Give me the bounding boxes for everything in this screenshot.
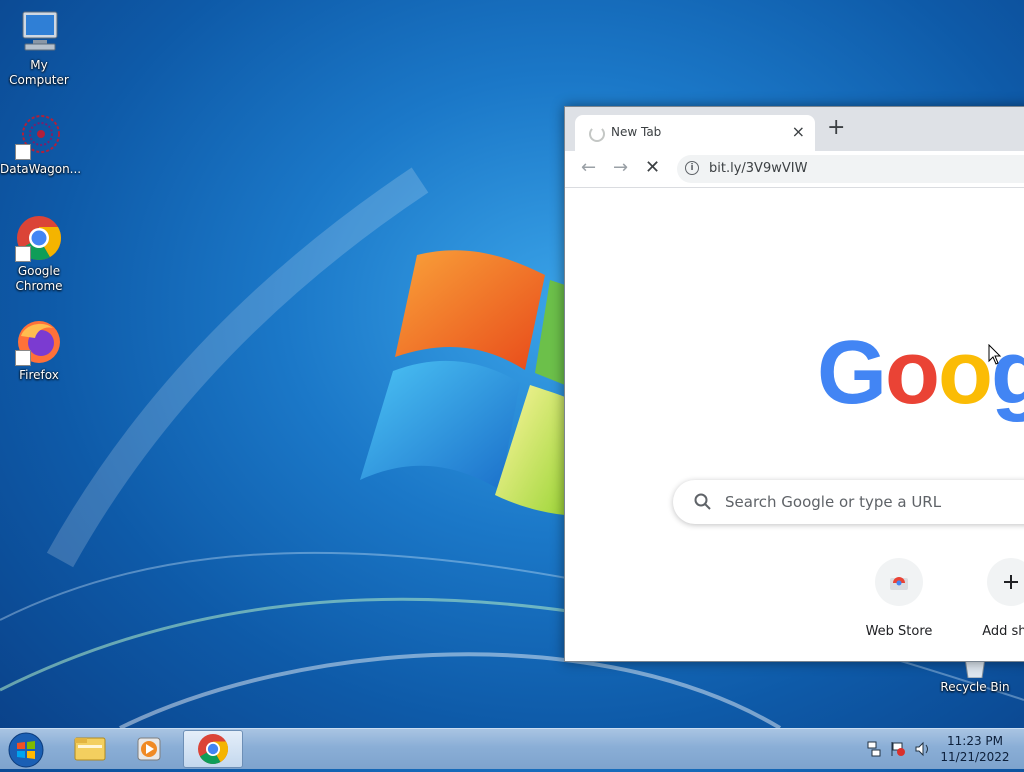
- clock-time: 11:23 PM: [947, 734, 1003, 748]
- url-text[interactable]: bit.ly/3V9wVIW: [709, 161, 807, 176]
- desktop-icon-label: My Computer: [9, 58, 69, 87]
- mouse-cursor-icon: [988, 344, 1002, 365]
- chrome-window: New Tab × + ← → ✕ i bit.ly/3V9wVIW Goog …: [564, 106, 1024, 662]
- new-tab-button[interactable]: +: [827, 117, 845, 139]
- taskbar-explorer-button[interactable]: [60, 730, 118, 766]
- desktop-icon-label: Google Chrome: [15, 264, 63, 293]
- volume-icon[interactable]: [915, 741, 928, 757]
- desktop-icon-label: Recycle Bin: [940, 680, 1010, 694]
- forward-button[interactable]: →: [613, 158, 628, 178]
- start-button[interactable]: [4, 730, 44, 768]
- chrome-icon: [198, 734, 229, 765]
- desktop-icon-firefox[interactable]: Firefox: [0, 318, 78, 383]
- browser-toolbar: ← → ✕ i bit.ly/3V9wVIW: [565, 151, 1024, 188]
- shortcut-web-store[interactable]: Web Store: [849, 558, 949, 639]
- start-orb-icon: [8, 732, 44, 768]
- close-icon[interactable]: ×: [792, 122, 805, 141]
- datawagon-icon: [15, 112, 63, 160]
- omnibox[interactable]: i bit.ly/3V9wVIW: [677, 155, 1024, 183]
- system-tray: [864, 739, 936, 763]
- clock-date: 11/21/2022: [940, 750, 1010, 764]
- taskbar-media-player-button[interactable]: [121, 730, 179, 766]
- web-store-icon: [875, 558, 923, 606]
- taskbar-chrome-button[interactable]: [183, 730, 243, 768]
- back-button[interactable]: ←: [581, 158, 596, 178]
- search-placeholder: Search Google or type a URL: [725, 493, 942, 511]
- stop-button[interactable]: ✕: [645, 158, 660, 178]
- shortcut-arrow-icon: [15, 350, 31, 366]
- desktop-icon-google-chrome[interactable]: Google Chrome: [0, 214, 78, 294]
- desktop-icon-my-computer[interactable]: My Computer: [0, 8, 78, 88]
- chrome-icon: [15, 214, 63, 262]
- shortcut-arrow-icon: [15, 144, 31, 160]
- media-player-icon: [137, 737, 161, 761]
- desktop-icon-datawagon[interactable]: DataWagon...: [0, 112, 82, 177]
- windows-logo-wallpaper: [360, 250, 565, 515]
- shortcut-add[interactable]: Add shor: [961, 558, 1024, 639]
- firefox-icon: [15, 318, 63, 366]
- tab-title: New Tab: [611, 125, 662, 139]
- search-icon: [694, 493, 711, 510]
- network-icon[interactable]: [867, 741, 881, 757]
- shortcut-arrow-icon: [15, 246, 31, 262]
- action-center-flag-icon[interactable]: [891, 742, 905, 756]
- taskbar: 11:23 PM 11/21/2022: [0, 728, 1024, 769]
- desktop-icon-label: Firefox: [19, 368, 59, 382]
- explorer-icon: [74, 737, 106, 761]
- new-tab-page: Goog Search Google or type a URL Web Sto…: [565, 188, 1024, 661]
- info-icon[interactable]: i: [685, 161, 699, 175]
- plus-icon: [987, 558, 1024, 606]
- google-logo: Goog: [817, 323, 1024, 423]
- search-box[interactable]: Search Google or type a URL: [673, 480, 1024, 524]
- taskbar-clock[interactable]: 11:23 PM 11/21/2022: [940, 733, 1010, 765]
- tab-new-tab[interactable]: New Tab ×: [575, 115, 815, 151]
- shortcut-label: Web Store: [865, 624, 933, 639]
- loading-spinner-icon: [589, 126, 605, 142]
- shortcut-label: Add shor: [982, 624, 1024, 639]
- tab-strip: New Tab × +: [565, 107, 1024, 151]
- desktop: My Computer DataWagon... Google Chrome F…: [0, 0, 1024, 728]
- computer-icon: [15, 8, 63, 56]
- desktop-icon-label: DataWagon...: [0, 162, 82, 176]
